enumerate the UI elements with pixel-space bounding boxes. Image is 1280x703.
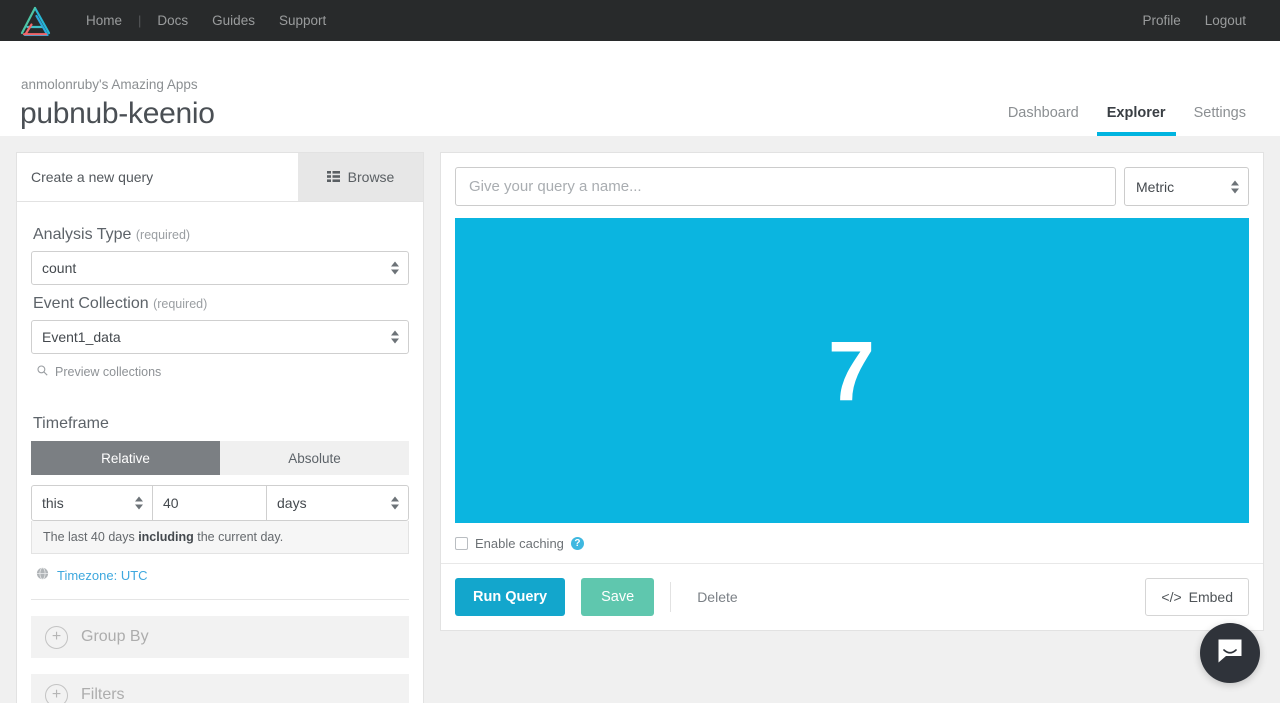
- nav-link-home[interactable]: Home: [74, 0, 134, 41]
- nav-separator: |: [134, 13, 145, 28]
- relative-word-select[interactable]: this: [31, 485, 153, 521]
- search-icon: [37, 365, 48, 379]
- globe-icon: [36, 567, 49, 583]
- analysis-type-required-note: (required): [136, 228, 190, 242]
- timeframe-description-pre: The last 40 days: [43, 530, 138, 544]
- chevron-updown-icon: [1231, 180, 1239, 193]
- page-header-titles: anmolonruby's Amazing Apps pubnub-keenio: [20, 77, 215, 136]
- preview-collections-label: Preview collections: [55, 365, 161, 379]
- help-icon[interactable]: ?: [571, 537, 584, 550]
- enable-caching-row: Enable caching ?: [441, 536, 1263, 564]
- analysis-type-label-text: Analysis Type: [33, 226, 131, 243]
- code-icon: </>: [1161, 589, 1181, 605]
- group-by-label: Group By: [81, 628, 149, 646]
- plus-circle-icon: +: [45, 684, 68, 703]
- timeframe-mode-relative[interactable]: Relative: [31, 441, 220, 475]
- event-collection-label: Event Collection (required): [33, 295, 409, 313]
- timeframe-description-bold: including: [138, 530, 194, 544]
- query-builder-body: Analysis Type (required) count Event Col…: [17, 202, 423, 703]
- relative-count-value: 40: [163, 495, 179, 511]
- timezone-label: Timezone: UTC: [57, 568, 148, 583]
- chevron-updown-icon: [135, 497, 143, 510]
- tab-browse[interactable]: Browse: [298, 153, 423, 201]
- metric-value: 7: [828, 329, 876, 413]
- filters-accordion[interactable]: + Filters: [31, 674, 409, 703]
- list-icon: [327, 169, 340, 185]
- query-builder-panel: Create a new query Browse Analysi: [16, 152, 424, 703]
- nav-link-guides[interactable]: Guides: [200, 0, 267, 41]
- metric-visualization: 7: [455, 218, 1249, 523]
- main-content: Create a new query Browse Analysi: [0, 136, 1280, 703]
- filters-label: Filters: [81, 686, 125, 703]
- event-collection-select[interactable]: Event1_data: [31, 320, 409, 354]
- delete-button[interactable]: Delete: [691, 588, 743, 606]
- nav-link-profile[interactable]: Profile: [1130, 0, 1192, 41]
- tab-explorer[interactable]: Explorer: [1093, 106, 1180, 137]
- save-button[interactable]: Save: [581, 578, 654, 616]
- tab-dashboard[interactable]: Dashboard: [994, 106, 1093, 137]
- relative-timeframe-controls: this 40 days: [31, 485, 409, 521]
- tab-browse-label: Browse: [348, 169, 395, 185]
- visualization-type-value: Metric: [1136, 179, 1174, 195]
- account-nav-links: Profile Logout: [1130, 0, 1258, 41]
- page-title: pubnub-keenio: [20, 96, 215, 132]
- page-tabs: Dashboard Explorer Settings: [994, 41, 1260, 136]
- nav-link-logout[interactable]: Logout: [1193, 0, 1258, 41]
- intercom-launcher-button[interactable]: [1200, 623, 1260, 683]
- chevron-updown-icon: [391, 262, 399, 275]
- event-collection-label-text: Event Collection: [33, 295, 149, 312]
- section-divider: [31, 599, 409, 600]
- tab-create-new-query[interactable]: Create a new query: [17, 153, 298, 201]
- visualization-type-select[interactable]: Metric: [1124, 167, 1249, 206]
- tab-settings[interactable]: Settings: [1180, 106, 1260, 137]
- relative-word-value: this: [42, 495, 64, 511]
- query-actions: Run Query Save Delete </> Embed: [441, 564, 1263, 630]
- group-by-accordion[interactable]: + Group By: [31, 616, 409, 658]
- keen-logo-icon[interactable]: [18, 4, 60, 38]
- analysis-type-select[interactable]: count: [31, 251, 409, 285]
- timeframe-mode-toggle: Relative Absolute: [31, 441, 409, 475]
- chevron-updown-icon: [391, 331, 399, 344]
- query-result-panel: Metric 7 Enable caching ? Run Query Save…: [440, 152, 1264, 631]
- chat-bubble-icon: [1215, 636, 1245, 671]
- action-divider: [670, 582, 671, 612]
- event-collection-value: Event1_data: [42, 329, 121, 345]
- timeframe-description-post: the current day.: [194, 530, 283, 544]
- relative-unit-value: days: [277, 495, 307, 511]
- timeframe-label: Timeframe: [33, 415, 409, 433]
- timeframe-mode-absolute[interactable]: Absolute: [220, 441, 409, 475]
- enable-caching-checkbox[interactable]: [455, 537, 468, 550]
- primary-nav-links: Home | Docs Guides Support: [74, 0, 338, 41]
- embed-button-label: Embed: [1189, 589, 1233, 605]
- nav-link-docs[interactable]: Docs: [145, 0, 200, 41]
- query-name-input[interactable]: [455, 167, 1116, 206]
- timeframe-description: The last 40 days including the current d…: [31, 521, 409, 554]
- page-header: anmolonruby's Amazing Apps pubnub-keenio…: [0, 41, 1280, 136]
- event-collection-required-note: (required): [153, 297, 207, 311]
- enable-caching-label: Enable caching: [475, 536, 564, 551]
- analysis-type-value: count: [42, 260, 76, 276]
- plus-circle-icon: +: [45, 626, 68, 649]
- analysis-type-label: Analysis Type (required): [33, 226, 409, 244]
- organization-name: anmolonruby's Amazing Apps: [21, 77, 215, 92]
- query-builder-tabs: Create a new query Browse: [17, 153, 423, 202]
- query-name-row: Metric: [441, 153, 1263, 206]
- embed-button[interactable]: </> Embed: [1145, 578, 1249, 616]
- relative-unit-select[interactable]: days: [266, 485, 409, 521]
- relative-count-input[interactable]: 40: [153, 485, 266, 521]
- top-navigation-bar: Home | Docs Guides Support Profile Logou…: [0, 0, 1280, 41]
- chevron-updown-icon: [391, 497, 399, 510]
- nav-link-support[interactable]: Support: [267, 0, 338, 41]
- timezone-link[interactable]: Timezone: UTC: [36, 567, 409, 583]
- preview-collections-link[interactable]: Preview collections: [37, 365, 409, 379]
- run-query-button[interactable]: Run Query: [455, 578, 565, 616]
